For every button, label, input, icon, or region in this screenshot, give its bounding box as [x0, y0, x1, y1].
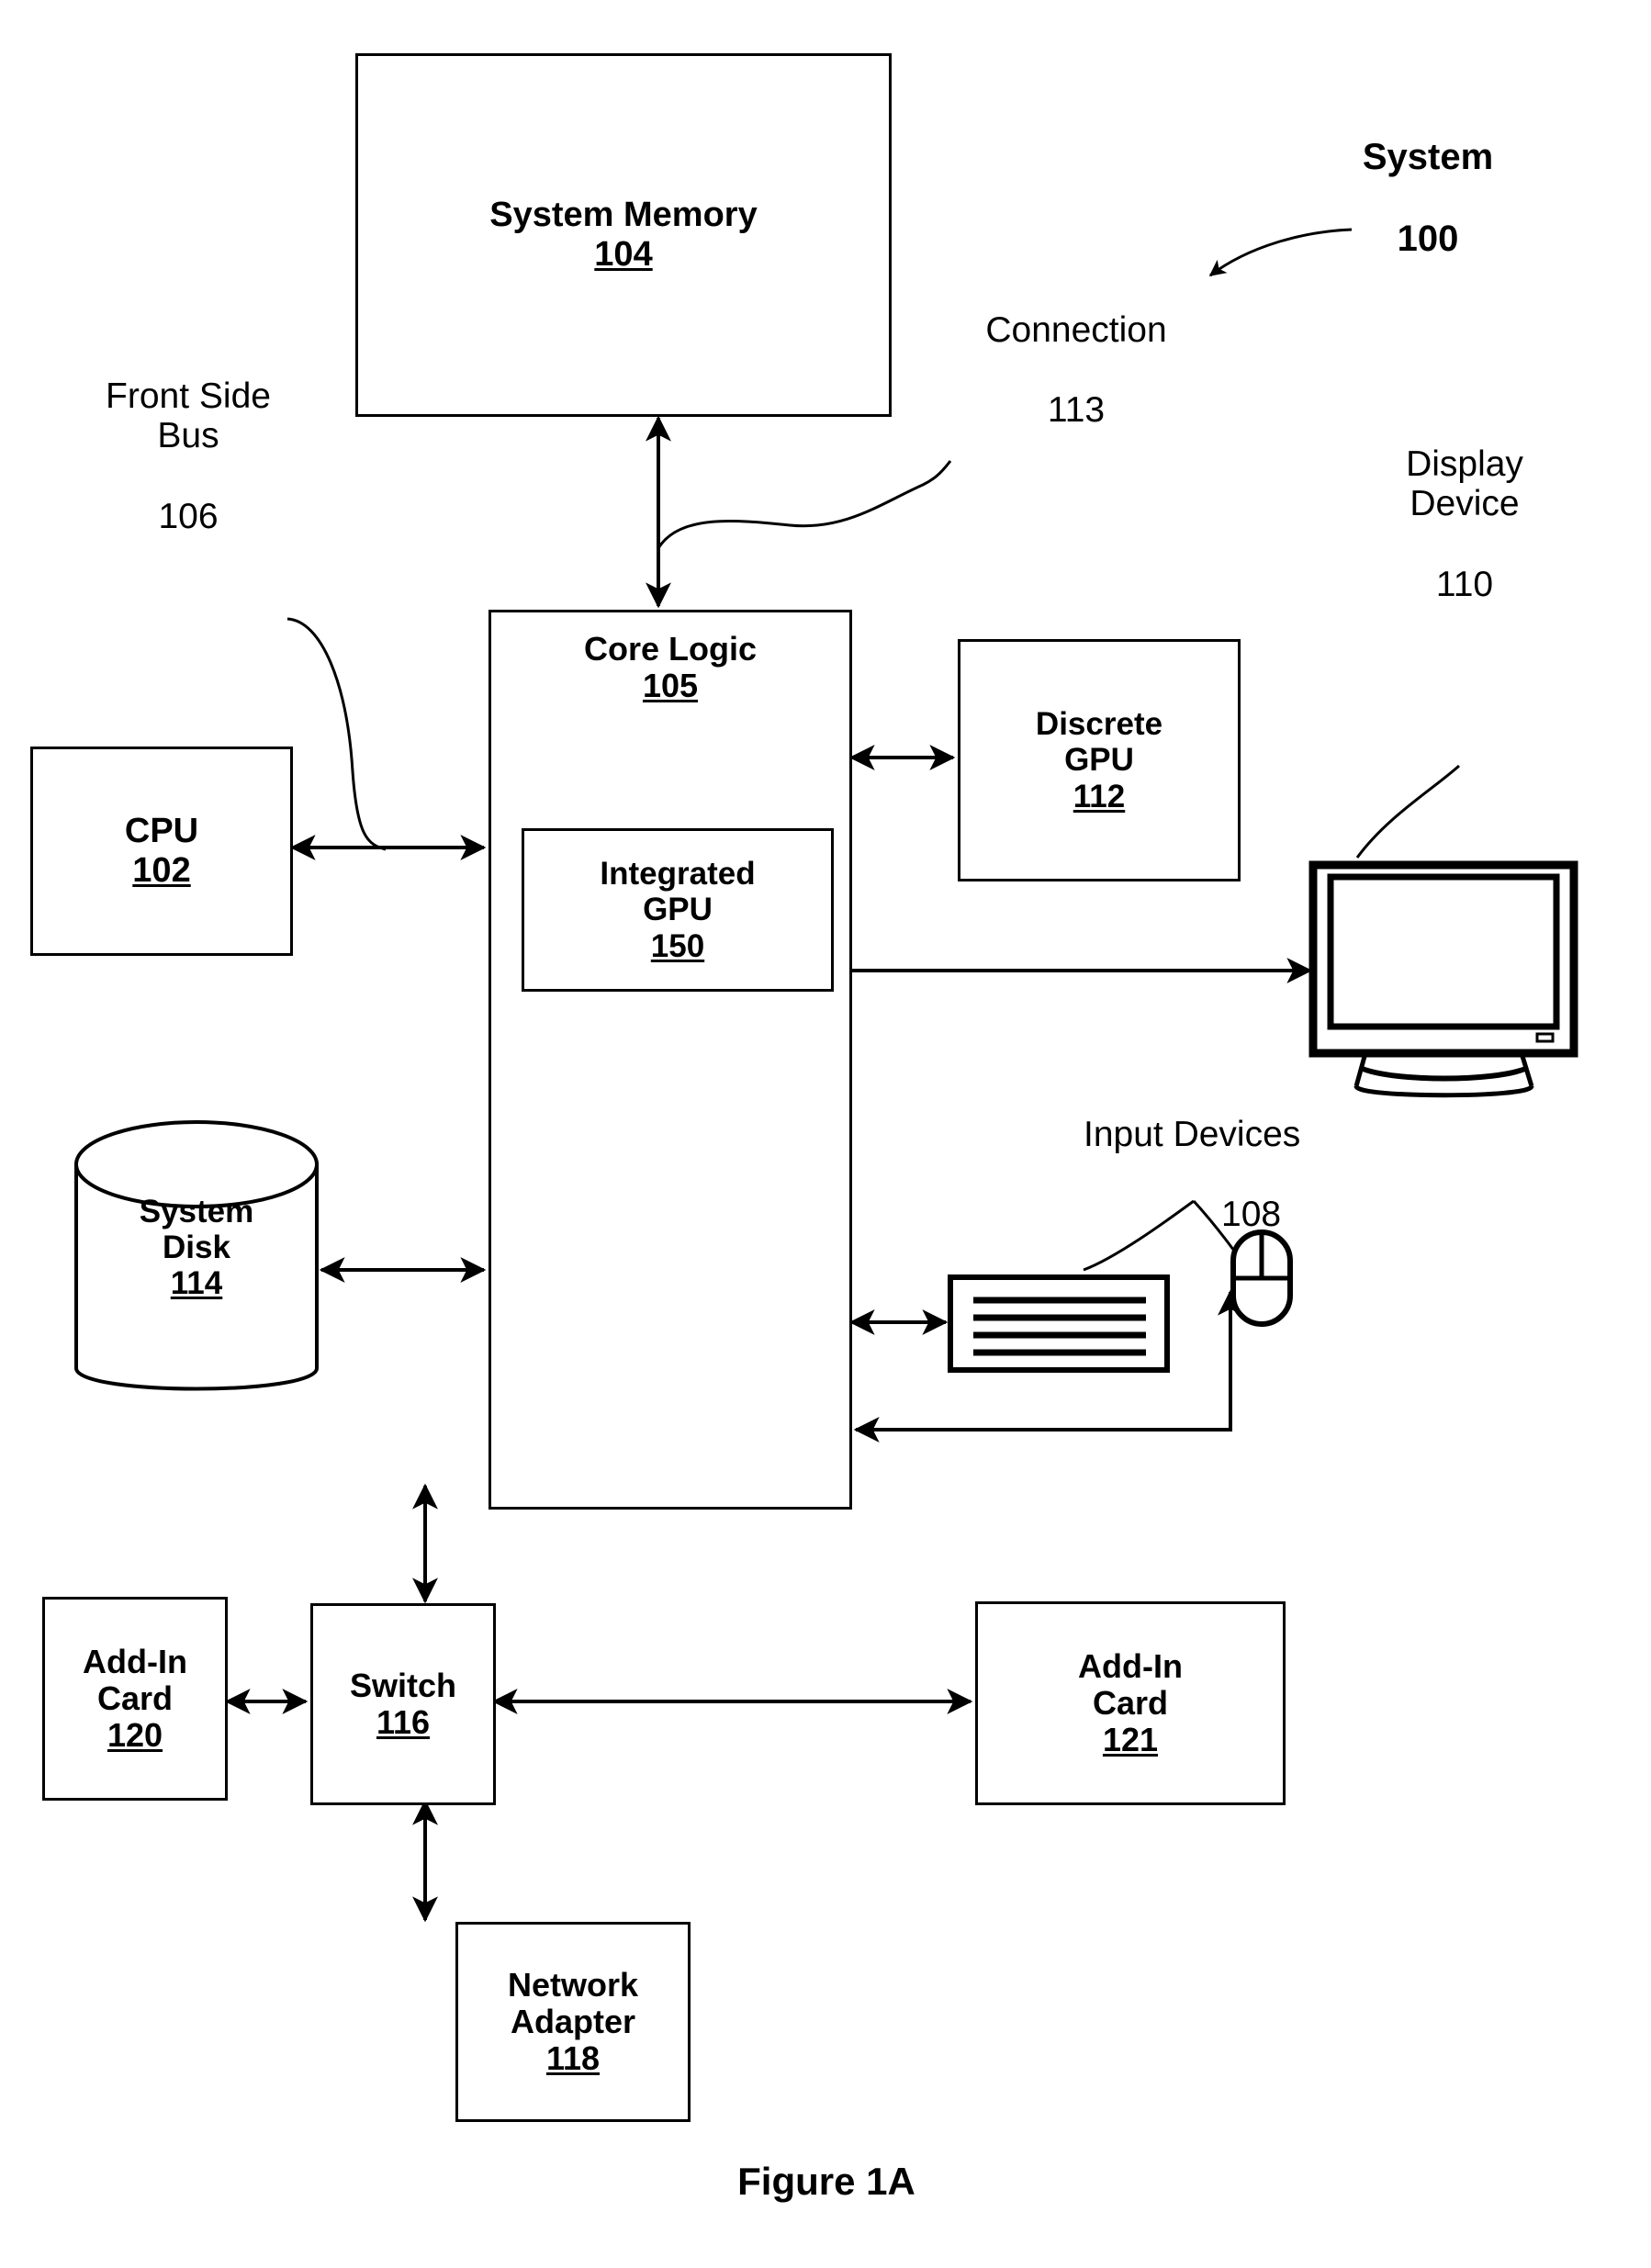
- callout-text: System: [1362, 136, 1494, 177]
- block-title: Discrete GPU: [1035, 706, 1163, 779]
- callout-number: 100: [1397, 219, 1459, 260]
- callout-number: 110: [1435, 564, 1494, 604]
- block-switch[interactable]: Switch 116: [310, 1603, 496, 1805]
- callout-text: Front Side Bus: [106, 376, 271, 456]
- block-number: 120: [107, 1716, 163, 1755]
- callout-display-device: Display Device 110: [1359, 404, 1570, 604]
- block-discrete-gpu[interactable]: Discrete GPU 112: [958, 639, 1241, 881]
- block-number: 104: [594, 235, 653, 274]
- block-title: Add-In Card: [83, 1642, 187, 1717]
- block-title: Switch: [349, 1666, 456, 1704]
- block-title: Add-In Card: [1078, 1646, 1183, 1722]
- block-system-disk[interactable]: System Disk 114: [76, 1194, 317, 1302]
- leader-display-device-110: [1355, 764, 1461, 859]
- callout-number: 106: [158, 496, 219, 536]
- block-title: Integrated GPU: [600, 856, 756, 928]
- figure-canvas: System Memory 104 Core Logic 105 Integra…: [0, 0, 1651, 2268]
- block-title: Network Adapter: [507, 1965, 639, 2040]
- block-core-logic[interactable]: Core Logic 105: [489, 610, 852, 1510]
- block-number: 105: [642, 667, 699, 705]
- block-system-memory[interactable]: System Memory 104: [355, 53, 892, 417]
- callout-text: Display Device: [1406, 443, 1523, 524]
- callout-number: 108: [1221, 1195, 1282, 1235]
- leader-connection-113: [657, 460, 952, 549]
- block-integrated-gpu[interactable]: Integrated GPU 150: [522, 828, 834, 992]
- mouse-icon: [1230, 1229, 1293, 1327]
- block-title: System Disk: [139, 1194, 254, 1266]
- leader-front-side-bus-106: [286, 617, 387, 851]
- block-number: 116: [376, 1703, 431, 1741]
- callout-text: Input Devices: [1084, 1114, 1301, 1154]
- callout-connection: Connection 113: [938, 270, 1214, 431]
- monitor-icon: [1308, 860, 1578, 1098]
- callout-front-side-bus: Front Side Bus 106: [55, 336, 321, 536]
- callout-text: Connection: [985, 309, 1167, 350]
- figure-caption: Figure 1A: [737, 2160, 915, 2203]
- block-number: 118: [545, 2039, 601, 2078]
- block-title: System Memory: [489, 196, 758, 235]
- callout-system: System 100: [1313, 95, 1543, 260]
- block-add-in-card-120[interactable]: Add-In Card 120: [42, 1597, 228, 1801]
- block-number: 150: [650, 927, 705, 964]
- callout-number: 113: [1047, 390, 1106, 431]
- keyboard-icon: [948, 1274, 1170, 1373]
- block-number: 114: [170, 1265, 223, 1302]
- block-title: CPU: [124, 812, 199, 851]
- block-network-adapter[interactable]: Network Adapter 118: [455, 1922, 691, 2122]
- block-number: 112: [1073, 778, 1126, 814]
- block-add-in-card-121[interactable]: Add-In Card 121: [975, 1601, 1286, 1805]
- block-number: 121: [1102, 1721, 1159, 1759]
- block-cpu[interactable]: CPU 102: [30, 747, 293, 956]
- block-title: Core Logic: [583, 630, 757, 668]
- callout-input-devices: Input Devices 108: [1084, 1074, 1414, 1235]
- block-number: 102: [132, 851, 191, 890]
